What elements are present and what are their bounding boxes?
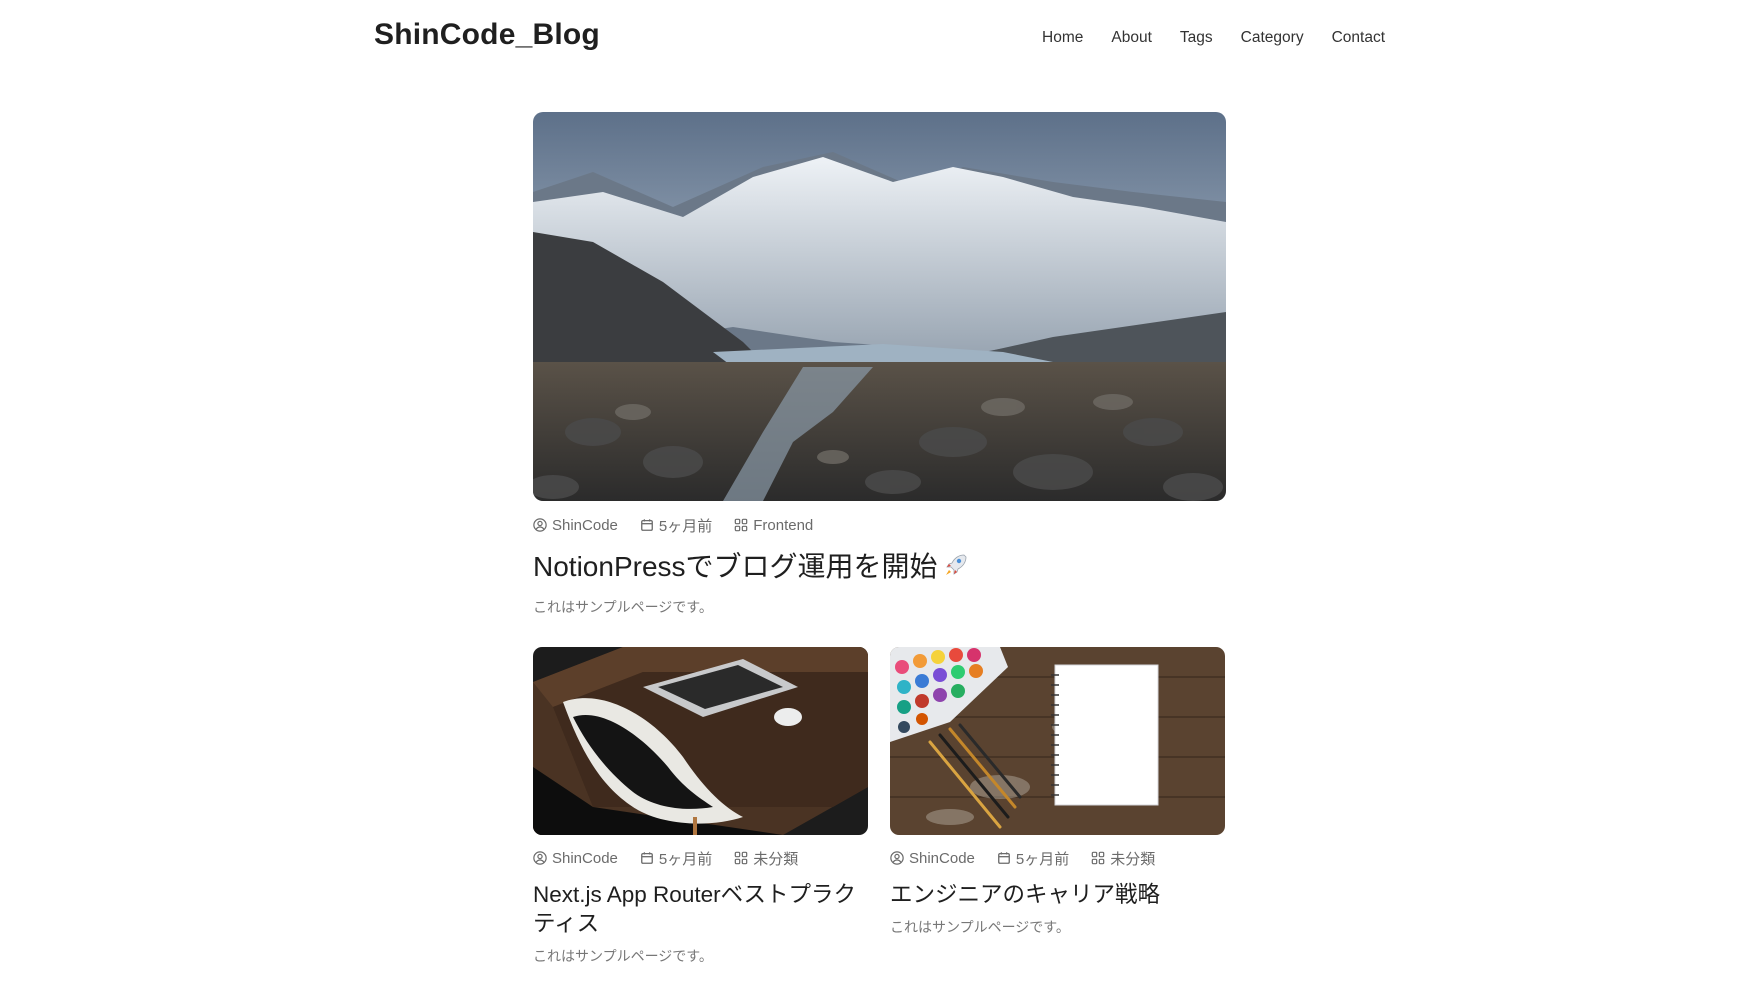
- grid-icon: [734, 851, 748, 865]
- category-meta[interactable]: Frontend: [734, 517, 813, 534]
- grid-icon: [734, 518, 748, 532]
- post-description: これはサンプルページです。: [533, 948, 713, 964]
- author-meta: ShinCode: [890, 850, 975, 867]
- post-title[interactable]: エンジニアのキャリア戦略: [890, 880, 1225, 909]
- author-name: ShinCode: [552, 849, 618, 867]
- post-title[interactable]: Next.js App Routerベストプラクティス: [533, 880, 868, 938]
- author-meta: ShinCode: [533, 517, 618, 534]
- date-meta: 5ヶ月前: [640, 848, 712, 869]
- post-category: Frontend: [753, 516, 814, 534]
- rocket-icon: [945, 554, 966, 575]
- featured-title-text: NotionPressでブログ運用を開始: [533, 551, 938, 582]
- main-nav: Home About Tags Category Contact: [1014, 29, 1385, 47]
- author-name: ShinCode: [552, 516, 618, 534]
- featured-image[interactable]: [533, 112, 1226, 501]
- post-description: これはサンプルページです。: [890, 919, 1070, 935]
- category-meta[interactable]: 未分類: [734, 848, 798, 869]
- post-category: 未分類: [753, 850, 799, 868]
- post-image[interactable]: [890, 647, 1225, 835]
- date-meta: 5ヶ月前: [997, 848, 1069, 869]
- post-date: 5ヶ月前: [658, 517, 713, 535]
- category-meta[interactable]: 未分類: [1091, 848, 1155, 869]
- user-circle-icon: [533, 851, 547, 865]
- site-logo[interactable]: ShinCode_Blog: [374, 18, 600, 52]
- user-circle-icon: [890, 851, 904, 865]
- post-image[interactable]: [533, 647, 868, 835]
- grid-icon: [1091, 851, 1105, 865]
- post-meta: ShinCode 5ヶ月前 未分類: [890, 848, 1225, 868]
- post-date: 5ヶ月前: [1015, 850, 1070, 868]
- calendar-icon: [640, 519, 653, 531]
- nav-contact[interactable]: Contact: [1332, 29, 1385, 47]
- nav-about[interactable]: About: [1111, 29, 1152, 47]
- featured-meta: ShinCode 5ヶ月前 Frontend: [533, 515, 1226, 535]
- nav-category[interactable]: Category: [1241, 29, 1304, 47]
- post-meta: ShinCode 5ヶ月前 未分類: [533, 848, 868, 868]
- post-date: 5ヶ月前: [658, 850, 713, 868]
- author-meta: ShinCode: [533, 850, 618, 867]
- calendar-icon: [640, 852, 653, 864]
- nav-tags[interactable]: Tags: [1180, 29, 1213, 47]
- featured-post: ShinCode 5ヶ月前 Frontend NotionPressでブログ運用…: [533, 112, 1226, 617]
- date-meta: 5ヶ月前: [640, 515, 712, 536]
- post-category: 未分類: [1110, 850, 1156, 868]
- author-name: ShinCode: [909, 849, 975, 867]
- featured-title[interactable]: NotionPressでブログ運用を開始: [533, 549, 1226, 585]
- calendar-icon: [997, 852, 1010, 864]
- post-card: ShinCode 5ヶ月前 未分類 Next.js App Routerベストプ…: [533, 647, 868, 966]
- nav-home[interactable]: Home: [1042, 29, 1083, 47]
- site-header: ShinCode_Blog Home About Tags Category C…: [0, 0, 1737, 80]
- featured-description: これはサンプルページです。: [533, 599, 713, 615]
- post-card: ShinCode 5ヶ月前 未分類 エンジニアのキャリア戦略 これはサンプルペー…: [890, 647, 1225, 937]
- user-circle-icon: [533, 518, 547, 532]
